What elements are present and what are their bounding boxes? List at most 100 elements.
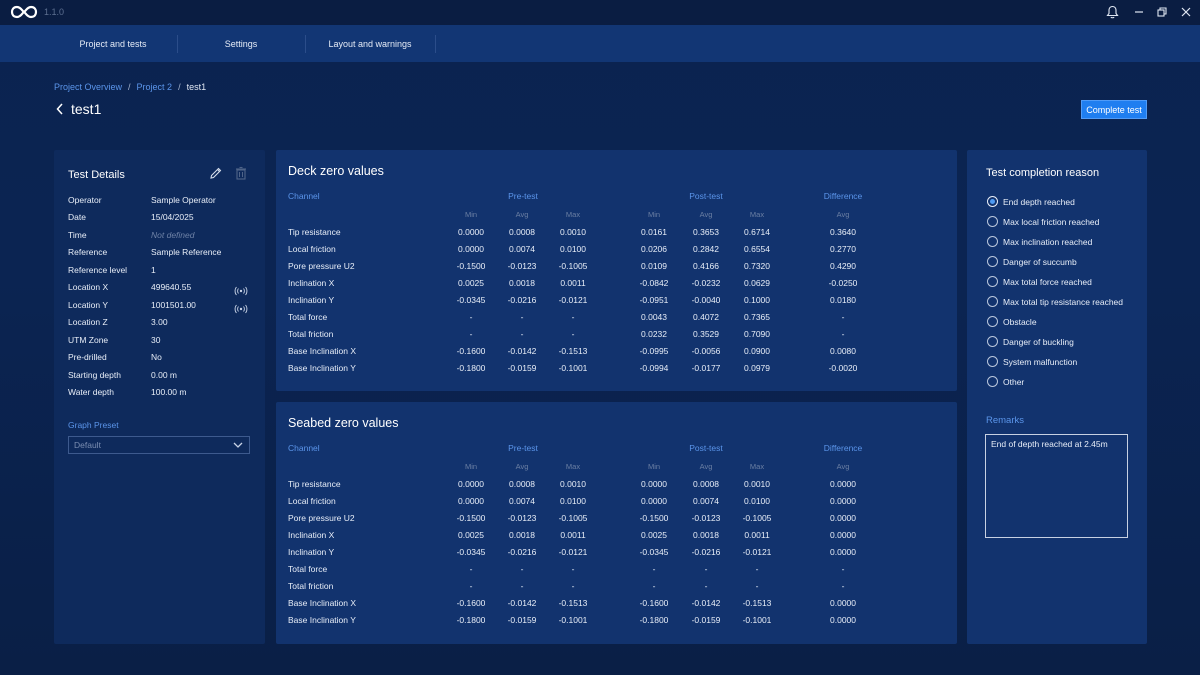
value-cell: - bbox=[469, 329, 473, 339]
value-cell: 0.0000 bbox=[830, 496, 856, 506]
trash-icon[interactable] bbox=[234, 166, 248, 180]
value-cell: -0.0123 bbox=[507, 513, 537, 523]
test-completion-panel: Test completion reason Remarks End of de… bbox=[967, 150, 1147, 644]
radio-button[interactable] bbox=[987, 196, 998, 207]
main-nav: Project and tests Settings Layout and wa… bbox=[0, 25, 1200, 62]
radio-button[interactable] bbox=[987, 336, 998, 347]
completion-option[interactable]: System malfunction bbox=[987, 356, 1077, 367]
completion-option-label: Max local friction reached bbox=[1003, 216, 1100, 227]
value-cell: - bbox=[704, 581, 708, 591]
restore-icon[interactable] bbox=[1154, 4, 1170, 20]
value-cell: -0.0123 bbox=[691, 513, 721, 523]
detail-label: Location Y bbox=[68, 300, 109, 310]
value-cell: 0.7365 bbox=[744, 312, 770, 322]
minimize-icon[interactable] bbox=[1131, 4, 1147, 20]
nav-settings[interactable]: Settings bbox=[186, 25, 296, 62]
complete-test-button[interactable]: Complete test bbox=[1081, 100, 1147, 119]
nav-layout-and-warnings[interactable]: Layout and warnings bbox=[315, 25, 425, 62]
value-cell: 0.3529 bbox=[693, 329, 719, 339]
breadcrumb-project-overview[interactable]: Project Overview bbox=[54, 82, 122, 92]
value-cell: 0.0979 bbox=[744, 363, 770, 373]
channel-name: Total force bbox=[288, 564, 328, 574]
chevron-left-icon[interactable] bbox=[55, 102, 65, 116]
completion-option[interactable]: Danger of succumb bbox=[987, 256, 1077, 267]
completion-option[interactable]: Max total force reached bbox=[987, 276, 1092, 287]
completion-option[interactable]: Max local friction reached bbox=[987, 216, 1099, 227]
table-row: Pore pressure U2 -0.1500 -0.0123 -0.1005 -0.… bbox=[276, 513, 957, 530]
completion-option[interactable]: Danger of buckling bbox=[987, 336, 1074, 347]
completion-option[interactable]: Max total tip resistance reached bbox=[987, 296, 1123, 307]
detail-value: No bbox=[151, 352, 162, 362]
radio-button[interactable] bbox=[987, 276, 998, 287]
completion-option-label: Danger of buckling bbox=[1003, 336, 1074, 347]
radio-button[interactable] bbox=[987, 356, 998, 367]
subheader-max: Max bbox=[749, 210, 765, 219]
value-cell: 0.0000 bbox=[641, 496, 667, 506]
value-cell: 0.0000 bbox=[458, 227, 484, 237]
channel-name: Local friction bbox=[288, 496, 336, 506]
radio-button[interactable] bbox=[987, 296, 998, 307]
completion-option-label: System malfunction bbox=[1003, 356, 1078, 367]
completion-option[interactable]: Obstacle bbox=[987, 316, 1037, 327]
value-cell: 0.7320 bbox=[744, 261, 770, 271]
value-cell: - bbox=[841, 581, 845, 591]
value-cell: - bbox=[520, 329, 524, 339]
test-details-title: Test Details bbox=[68, 169, 125, 181]
value-cell: -0.0142 bbox=[507, 346, 537, 356]
deck-zero-values-panel: Deck zero values Channel Pre-test Post-tes… bbox=[276, 150, 957, 391]
radio-button[interactable] bbox=[987, 216, 998, 227]
column-header-diff: Difference bbox=[823, 443, 863, 453]
signal-icon[interactable] bbox=[234, 283, 248, 296]
nav-project-and-tests[interactable]: Project and tests bbox=[58, 25, 168, 62]
radio-button[interactable] bbox=[987, 236, 998, 247]
subheader-min: Min bbox=[464, 462, 478, 471]
value-cell: - bbox=[755, 564, 759, 574]
value-cell: -0.1500 bbox=[639, 513, 669, 523]
column-header-post: Post-test bbox=[689, 443, 723, 453]
detail-label: Reference bbox=[68, 247, 108, 257]
graph-preset-select[interactable]: Default bbox=[68, 436, 250, 454]
detail-value: 100.00 m bbox=[151, 387, 187, 397]
completion-option[interactable]: End depth reached bbox=[987, 196, 1075, 207]
breadcrumb-project[interactable]: Project 2 bbox=[137, 82, 173, 92]
channel-name: Total friction bbox=[288, 581, 334, 591]
radio-button[interactable] bbox=[987, 316, 998, 327]
value-cell: 0.6554 bbox=[744, 244, 770, 254]
table-row: Inclination Y -0.0345 -0.0216 -0.0121 -0.095… bbox=[276, 295, 957, 312]
signal-icon[interactable] bbox=[234, 301, 248, 314]
value-cell: -0.1513 bbox=[742, 598, 772, 608]
value-cell: 0.0074 bbox=[693, 496, 719, 506]
detail-value: 0.00 m bbox=[151, 370, 177, 380]
column-header-diff: Difference bbox=[823, 191, 863, 201]
value-cell: 0.6714 bbox=[744, 227, 770, 237]
value-cell: -0.1001 bbox=[742, 615, 772, 625]
completion-option[interactable]: Max inclination reached bbox=[987, 236, 1092, 247]
radio-button[interactable] bbox=[987, 256, 998, 267]
completion-option-label: Max total tip resistance reached bbox=[1003, 296, 1124, 307]
bell-icon[interactable] bbox=[1104, 4, 1120, 20]
channel-name: Local friction bbox=[288, 244, 336, 254]
close-icon[interactable] bbox=[1178, 4, 1194, 20]
channel-name: Base Inclination Y bbox=[288, 363, 356, 373]
channel-name: Tip resistance bbox=[288, 227, 341, 237]
pencil-icon[interactable] bbox=[209, 166, 223, 180]
value-cell: 0.4072 bbox=[693, 312, 719, 322]
radio-button[interactable] bbox=[987, 376, 998, 387]
value-cell: -0.1005 bbox=[558, 261, 588, 271]
completion-option-label: End depth reached bbox=[1003, 196, 1075, 207]
seabed-zero-values-panel: Seabed zero values Channel Pre-test Post-t… bbox=[276, 402, 957, 644]
value-cell: -0.0216 bbox=[691, 547, 721, 557]
value-cell: -0.0232 bbox=[691, 278, 721, 288]
detail-label: Location Z bbox=[68, 317, 108, 327]
value-cell: -0.0121 bbox=[558, 295, 588, 305]
subheader-max: Max bbox=[565, 210, 581, 219]
subheader-avg: Avg bbox=[836, 210, 850, 219]
remarks-textarea[interactable]: End of depth reached at 2.45m bbox=[985, 434, 1128, 538]
detail-label: Water depth bbox=[68, 387, 114, 397]
detail-label: Location X bbox=[68, 282, 109, 292]
value-cell: 0.0232 bbox=[641, 329, 667, 339]
channel-name: Inclination X bbox=[288, 278, 335, 288]
completion-option-label: Danger of succumb bbox=[1003, 256, 1077, 267]
value-cell: 0.0000 bbox=[458, 496, 484, 506]
completion-option[interactable]: Other bbox=[987, 376, 1024, 387]
